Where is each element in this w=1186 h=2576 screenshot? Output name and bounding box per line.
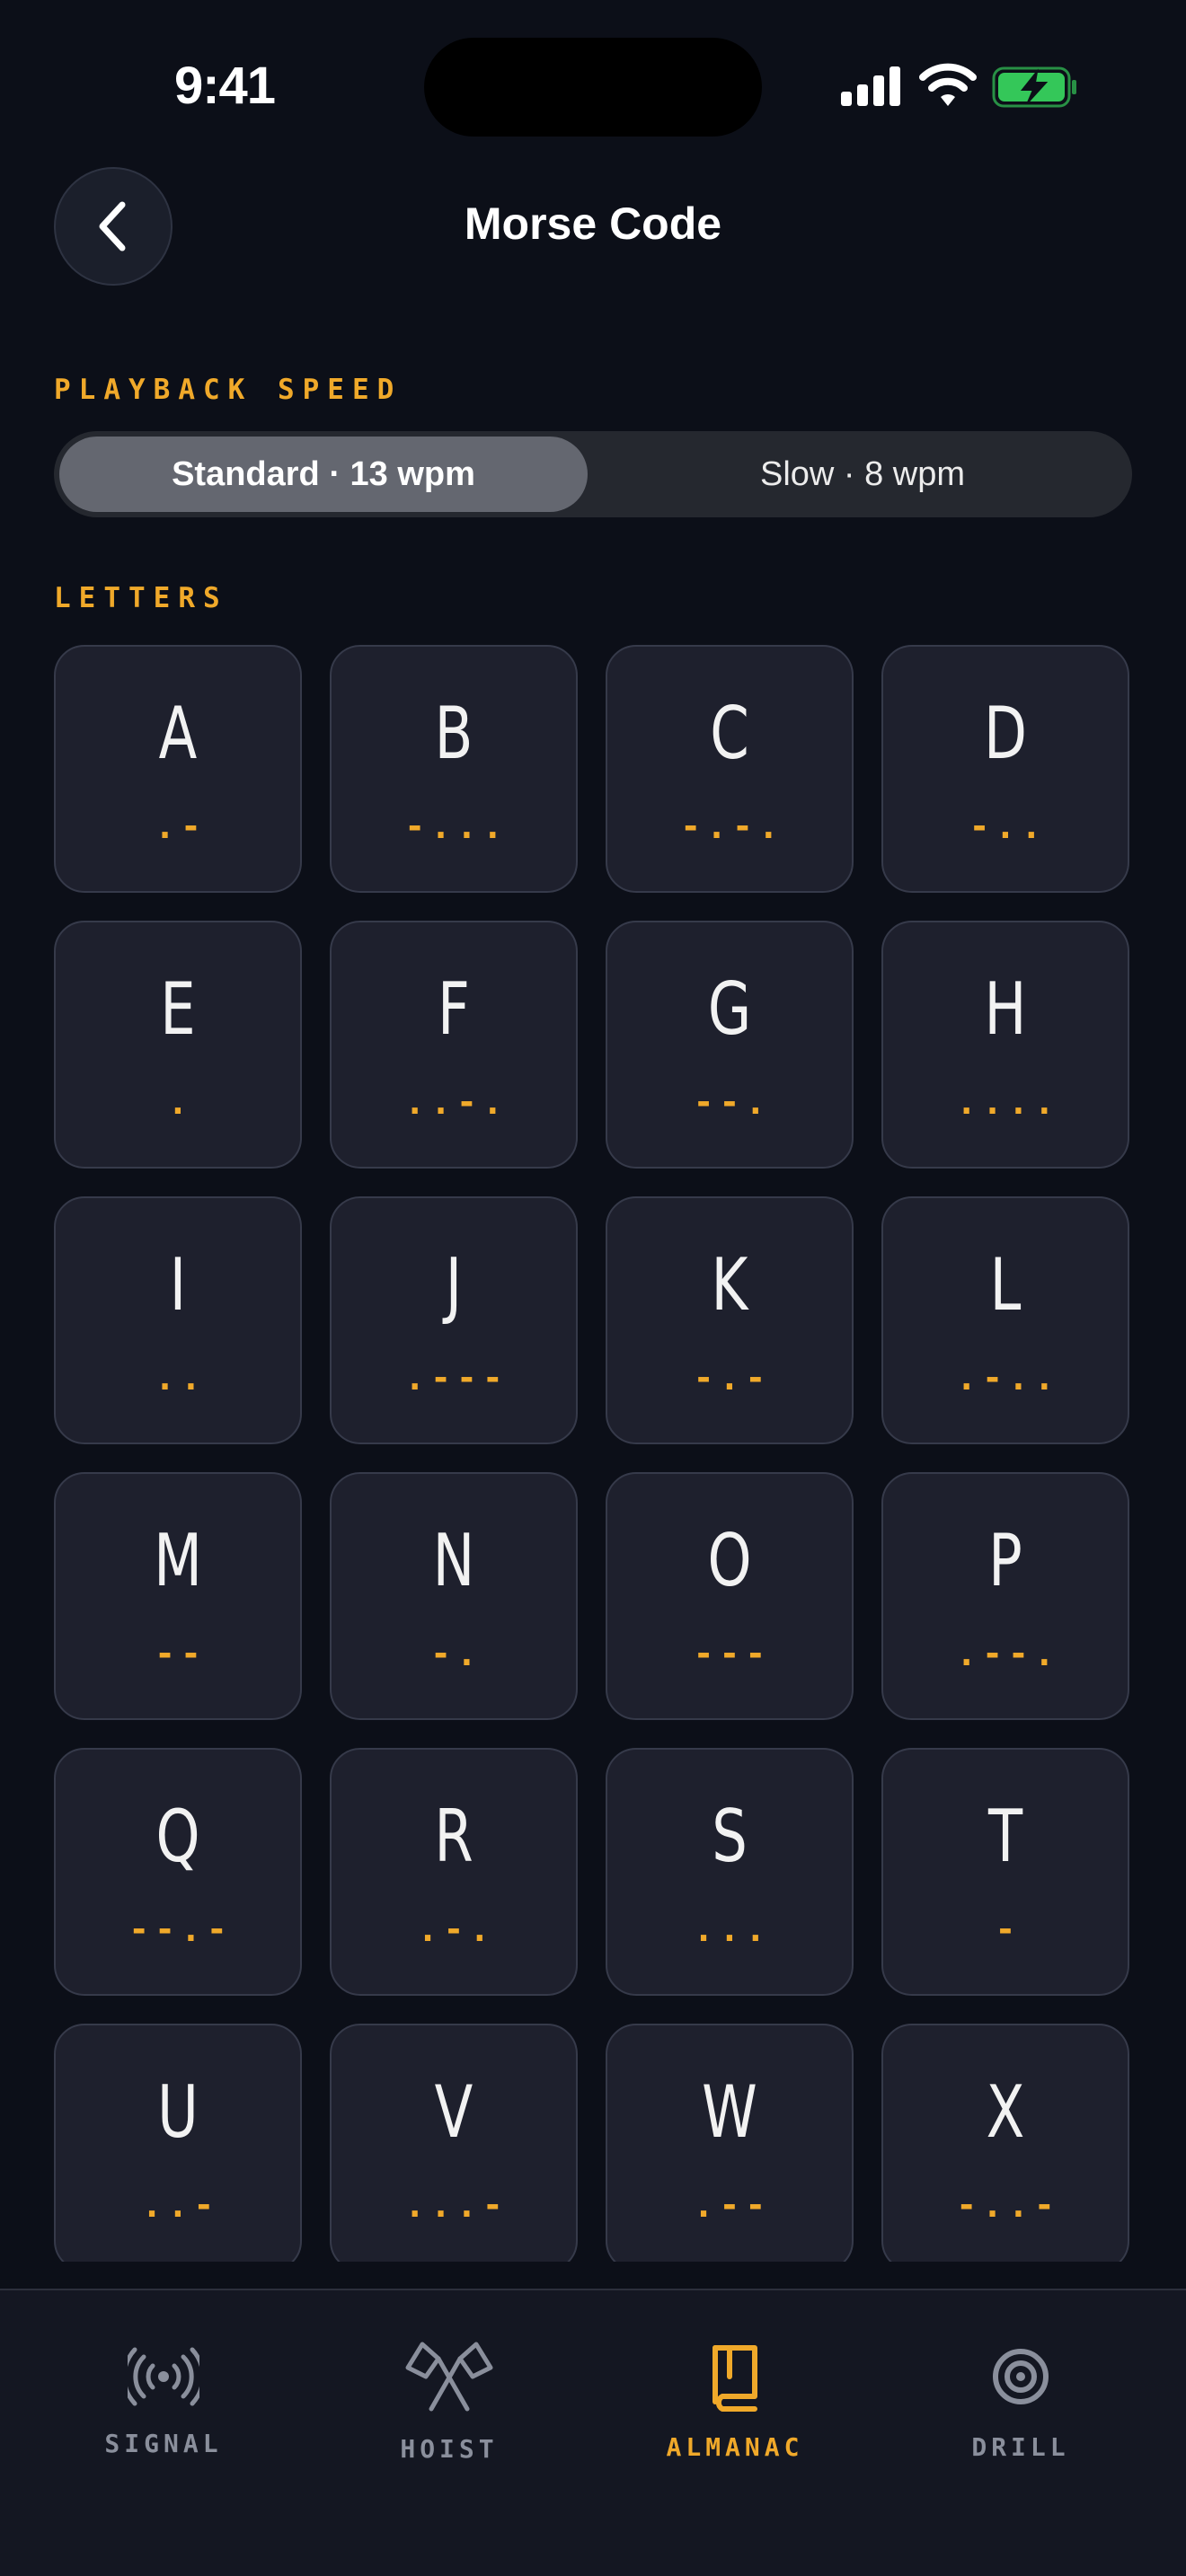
morse-code: .-- bbox=[693, 2185, 772, 2225]
letter-card[interactable]: O --- bbox=[606, 1472, 854, 1720]
letter-card[interactable]: N -. bbox=[330, 1472, 578, 1720]
target-icon bbox=[993, 2349, 1049, 2404]
tab-signal[interactable]: SIGNAL bbox=[56, 2341, 271, 2493]
morse-code: ... bbox=[693, 1910, 772, 1949]
tab-almanac[interactable]: ALMANAC bbox=[627, 2341, 843, 2493]
morse-code: -. bbox=[430, 1634, 482, 1673]
morse-code: --- bbox=[693, 1634, 772, 1673]
letters-label: LETTERS bbox=[54, 582, 228, 614]
letter-char: E bbox=[160, 967, 196, 1051]
crossed-flags-icon bbox=[405, 2342, 493, 2412]
letter-char: V bbox=[434, 2070, 474, 2154]
status-bar: 9:41 bbox=[0, 0, 1186, 171]
letter-char: X bbox=[986, 2070, 1025, 2154]
letter-card[interactable]: A .- bbox=[54, 645, 302, 893]
letter-card[interactable]: V ...- bbox=[330, 2024, 578, 2262]
morse-code: .. bbox=[155, 1358, 207, 1398]
letter-char: Q bbox=[155, 1795, 200, 1878]
letter-char: A bbox=[158, 692, 198, 775]
wifi-icon bbox=[919, 63, 977, 106]
letter-char: G bbox=[707, 967, 752, 1051]
letters-grid: A .- B -... C -.-. D -.. E. F ..-. G --. H.... I.. J .--… bbox=[54, 645, 1132, 2262]
letter-char: D bbox=[983, 692, 1028, 775]
speed-option-standard[interactable]: Standard · 13 wpm bbox=[59, 437, 588, 512]
letter-card[interactable]: B -... bbox=[330, 645, 578, 893]
status-time: 9:41 bbox=[173, 57, 276, 115]
letter-card[interactable]: M -- bbox=[54, 1472, 302, 1720]
morse-code: ...- bbox=[404, 2185, 509, 2225]
letter-card[interactable]: U ..- bbox=[54, 2024, 302, 2262]
letter-char: R bbox=[434, 1795, 474, 1878]
morse-code: .-.. bbox=[956, 1358, 1060, 1398]
letter-char: U bbox=[157, 2070, 199, 2154]
letter-card[interactable]: E. bbox=[54, 921, 302, 1169]
battery-charging-icon bbox=[992, 66, 1076, 108]
tab-drill[interactable]: DRILL bbox=[913, 2341, 1128, 2493]
speed-segmented-control: Standard · 13 wpm Slow · 8 wpm bbox=[54, 431, 1132, 517]
letter-char: J bbox=[445, 1243, 463, 1327]
letter-char: N bbox=[432, 1519, 475, 1602]
letter-card[interactable]: J .--- bbox=[330, 1196, 578, 1444]
tab-drill-label: DRILL bbox=[971, 2432, 1070, 2462]
tab-signal-label: SIGNAL bbox=[104, 2429, 223, 2458]
book-icon bbox=[712, 2345, 757, 2412]
letter-char: F bbox=[438, 967, 470, 1051]
letter-char: I bbox=[169, 1243, 187, 1327]
morse-code: ..- bbox=[141, 2185, 220, 2225]
morse-code: . bbox=[167, 1082, 194, 1122]
morse-code: --.- bbox=[128, 1910, 233, 1949]
letter-char: M bbox=[154, 1519, 202, 1602]
morse-code: --. bbox=[693, 1082, 772, 1122]
tab-hoist[interactable]: HOIST bbox=[341, 2341, 557, 2493]
morse-code: -.. bbox=[969, 807, 1048, 846]
letter-card[interactable]: K -.- bbox=[606, 1196, 854, 1444]
letter-card[interactable]: C -.-. bbox=[606, 645, 854, 893]
letter-char: L bbox=[989, 1243, 1022, 1327]
letter-card[interactable]: R .-. bbox=[330, 1748, 578, 1996]
letter-char: W bbox=[702, 2070, 757, 2154]
morse-code: .--. bbox=[956, 1634, 1060, 1673]
letter-card[interactable]: D -.. bbox=[881, 645, 1129, 893]
morse-code: .... bbox=[956, 1082, 1060, 1122]
letter-card[interactable]: Q --.- bbox=[54, 1748, 302, 1996]
letter-card[interactable]: F ..-. bbox=[330, 921, 578, 1169]
letter-char: K bbox=[711, 1243, 748, 1327]
morse-code: .-. bbox=[417, 1910, 496, 1949]
tab-hoist-label: HOIST bbox=[400, 2434, 499, 2464]
letter-card[interactable]: H.... bbox=[881, 921, 1129, 1169]
morse-code: ..-. bbox=[404, 1082, 509, 1122]
letter-char: S bbox=[712, 1795, 748, 1878]
letter-card[interactable]: L .-.. bbox=[881, 1196, 1129, 1444]
morse-code: - bbox=[995, 1910, 1022, 1949]
letter-card[interactable]: W .-- bbox=[606, 2024, 854, 2262]
letter-char: H bbox=[984, 967, 1027, 1051]
letter-char: P bbox=[988, 1519, 1022, 1602]
morse-code: .--- bbox=[404, 1358, 509, 1398]
cellular-signal-icon bbox=[841, 66, 900, 106]
letter-card[interactable]: P .--. bbox=[881, 1472, 1129, 1720]
morse-code: -.- bbox=[693, 1358, 772, 1398]
letter-char: O bbox=[707, 1519, 752, 1602]
letter-card[interactable]: X -..- bbox=[881, 2024, 1129, 2262]
letter-card[interactable]: G --. bbox=[606, 921, 854, 1169]
letter-char: C bbox=[710, 692, 749, 775]
morse-code: -.-. bbox=[680, 807, 784, 846]
letter-char: B bbox=[434, 692, 474, 775]
playback-speed-label: PLAYBACK SPEED bbox=[54, 374, 403, 406]
morse-code: -... bbox=[404, 807, 509, 846]
morse-code: -..- bbox=[956, 2185, 1060, 2225]
tab-almanac-label: ALMANAC bbox=[666, 2432, 804, 2462]
letter-card[interactable]: S... bbox=[606, 1748, 854, 1996]
tab-bar: SIGNAL HOIST ALMANAC DRILL bbox=[0, 2289, 1186, 2576]
letter-card[interactable]: I.. bbox=[54, 1196, 302, 1444]
letter-char: T bbox=[987, 1795, 1023, 1878]
dynamic-island bbox=[424, 38, 762, 137]
page-title: Morse Code bbox=[464, 198, 722, 249]
broadcast-icon bbox=[128, 2347, 199, 2406]
letter-card[interactable]: T- bbox=[881, 1748, 1129, 1996]
morse-code: .- bbox=[155, 807, 207, 846]
speed-option-slow[interactable]: Slow · 8 wpm bbox=[598, 437, 1127, 512]
morse-code: -- bbox=[155, 1634, 207, 1673]
